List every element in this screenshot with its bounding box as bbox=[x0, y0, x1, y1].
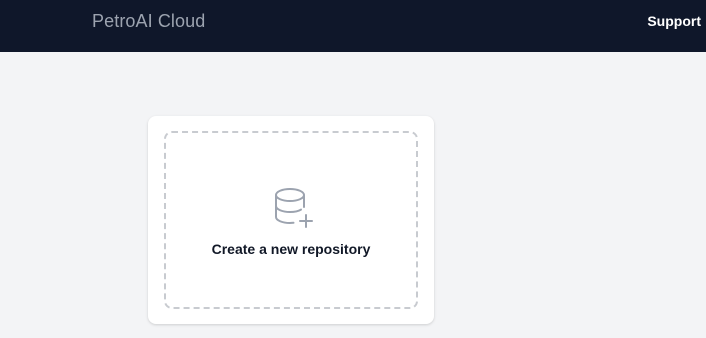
create-repository-label: Create a new repository bbox=[211, 241, 371, 257]
top-navbar: PetroAI Cloud Support bbox=[0, 0, 706, 52]
create-repository-dropzone[interactable]: Create a new repository bbox=[164, 131, 418, 309]
support-link[interactable]: Support bbox=[647, 12, 701, 30]
create-repository-card: Create a new repository bbox=[148, 116, 434, 324]
brand-logo-text[interactable]: PetroAI Cloud bbox=[92, 10, 205, 32]
database-plus-icon bbox=[275, 188, 313, 228]
